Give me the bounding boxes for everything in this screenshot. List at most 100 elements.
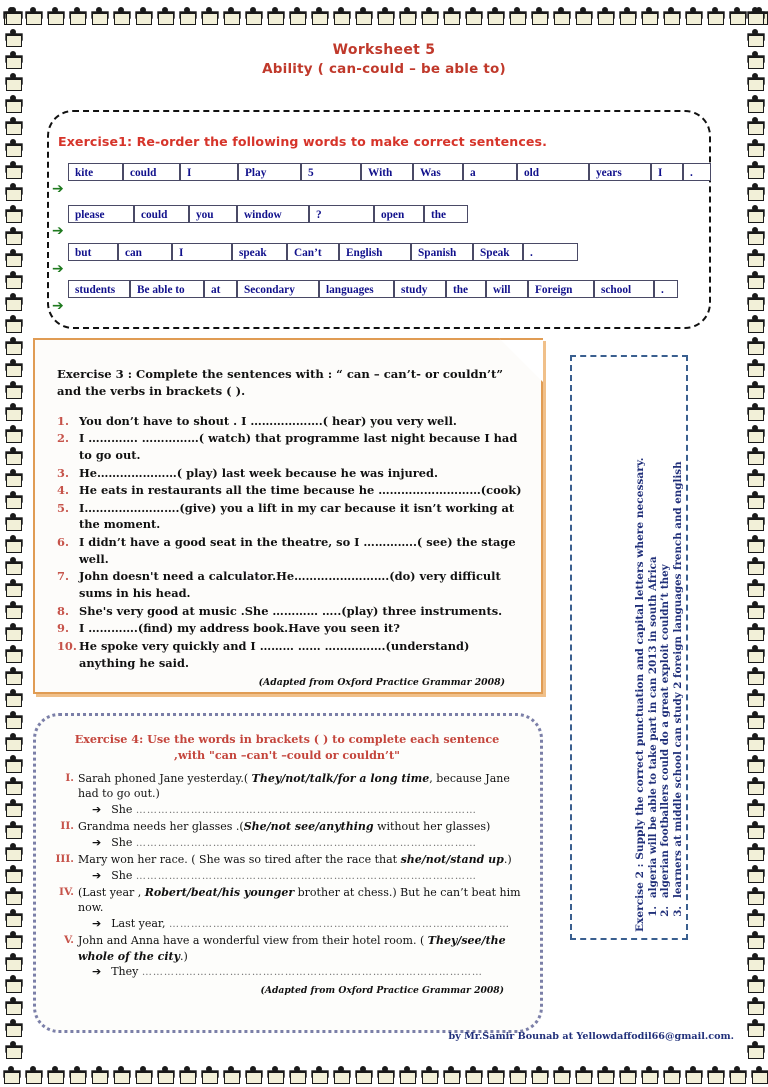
exercise4-item-prompt: John and Anna have a wonderful view from…: [78, 934, 506, 963]
scarecrow-figure-icon: [242, 4, 264, 26]
exercise1-word-cell[interactable]: can: [118, 243, 172, 261]
exercise1-word-cell[interactable]: could: [123, 163, 180, 181]
exercise3-question-item: He eats in restaurants all the time beca…: [57, 482, 522, 498]
exercise4-answer-line[interactable]: ➔ She …………………………………………………………………………………: [78, 802, 522, 818]
exercise1-word-cell[interactable]: you: [189, 205, 237, 223]
exercise1-word-cell[interactable]: old: [517, 163, 589, 181]
exercise1-word-cell[interactable]: Can’t: [287, 243, 339, 261]
exercise1-word-cell[interactable]: Was: [413, 163, 463, 181]
exercise3-question-item: John doesn't need a calculator.He……………………: [57, 568, 501, 600]
exercise1-word-cell[interactable]: I: [180, 163, 238, 181]
scarecrow-figure-icon: [638, 1063, 660, 1085]
exercise1-word-cell[interactable]: Secondary: [237, 280, 319, 298]
scarecrow-figure-icon: [744, 928, 766, 950]
exercise1-word-cell[interactable]: With: [361, 163, 413, 181]
exercise3-source-note: (Adapted from Oxford Practice Grammar 20…: [258, 677, 505, 689]
scarecrow-figure-icon: [744, 818, 766, 840]
exercise1-word-cell[interactable]: I: [651, 163, 683, 181]
exercise1-word-cell[interactable]: but: [68, 243, 118, 261]
exercise1-word-cell[interactable]: study: [394, 280, 446, 298]
exercise1-word-cell[interactable]: Spanish: [411, 243, 473, 261]
scarecrow-figure-icon: [308, 1063, 330, 1085]
scarecrow-figure-icon: [22, 4, 44, 26]
scarecrow-figure-icon: [744, 400, 766, 422]
exercise1-word-cell[interactable]: .: [683, 163, 711, 181]
exercise1-word-cell[interactable]: will: [486, 280, 528, 298]
exercise2-sentence-item: algeria will be able to take part in can…: [647, 556, 660, 898]
exercise2-sentence-item: learners at middle school can study 2 fo…: [671, 461, 684, 898]
exercise2-sentence-item: algerian footballers could do a great ex…: [659, 564, 672, 898]
exercise4-answer-line[interactable]: ➔ They …………………………………………………………………………………: [78, 964, 522, 980]
exercise4-answer-line[interactable]: ➔ She …………………………………………………………………………………: [78, 868, 522, 884]
exercise1-word-cell[interactable]: a: [463, 163, 517, 181]
scarecrow-figure-icon: [744, 488, 766, 510]
exercise3-question-item: She's very good at music .She ………… …..(p…: [57, 603, 503, 619]
exercise1-word-cell[interactable]: school: [594, 280, 654, 298]
scarecrow-figure-icon: [286, 1063, 308, 1085]
exercise4-heading: Exercise 4: Use the words in brackets ( …: [52, 732, 522, 764]
exercise1-word-cell[interactable]: Play: [238, 163, 301, 181]
exercise4-panel: Exercise 4: Use the words in brackets ( …: [33, 713, 543, 1033]
scarecrow-figure-icon: [744, 598, 766, 620]
exercise1-word-cell[interactable]: .: [523, 243, 578, 261]
exercise4-answer-line[interactable]: ➔ She …………………………………………………………………………………: [78, 835, 522, 851]
scarecrow-figure-icon: [744, 312, 766, 334]
exercise1-word-cell[interactable]: the: [446, 280, 486, 298]
scarecrow-figure-icon: [744, 576, 766, 598]
scarecrow-figure-icon: [744, 906, 766, 928]
exercise1-word-cell[interactable]: open: [374, 205, 424, 223]
exercise1-word-row: kite could I Play 5 With Was a old years I.: [68, 163, 711, 181]
scarecrow-figure-icon: [440, 1063, 462, 1085]
scarecrow-figure-icon: [744, 620, 766, 642]
scarecrow-figure-icon: [528, 4, 550, 26]
exercise1-word-cell[interactable]: the: [424, 205, 468, 223]
exercise4-answer-line[interactable]: ➔ Last year, ……………………………………………………………………………: [78, 916, 522, 932]
scarecrow-figure-icon: [2, 598, 24, 620]
scarecrow-figure-icon: [744, 70, 766, 92]
scarecrow-figure-icon: [66, 1063, 88, 1085]
exercise1-word-cell[interactable]: I: [172, 243, 232, 261]
scarecrow-figure-icon: [2, 158, 24, 180]
scarecrow-figure-icon: [330, 1063, 352, 1085]
scarecrow-figure-icon: [2, 48, 24, 70]
exercise1-word-cell[interactable]: languages: [319, 280, 394, 298]
scarecrow-figure-icon: [418, 1063, 440, 1085]
answer-arrow-icon: ➔: [92, 803, 102, 817]
exercise1-word-cell[interactable]: Foreign: [528, 280, 594, 298]
exercise1-word-cell[interactable]: English: [339, 243, 411, 261]
decorative-border-bottom: [0, 1063, 768, 1085]
scarecrow-figure-icon: [572, 4, 594, 26]
exercise1-word-cell[interactable]: at: [204, 280, 237, 298]
exercise1-word-cell[interactable]: window: [237, 205, 309, 223]
exercise1-word-cell[interactable]: students: [68, 280, 130, 298]
exercise1-word-cell[interactable]: years: [589, 163, 651, 181]
scarecrow-figure-icon: [2, 70, 24, 92]
scarecrow-figure-icon: [2, 510, 24, 532]
scarecrow-figure-icon: [2, 730, 24, 752]
scarecrow-figure-icon: [176, 4, 198, 26]
exercise1-word-cell[interactable]: could: [134, 205, 189, 223]
exercise1-word-cell[interactable]: ?: [309, 205, 374, 223]
exercise1-word-cell[interactable]: please: [68, 205, 134, 223]
exercise1-word-cell[interactable]: Be able to: [130, 280, 204, 298]
scarecrow-figure-icon: [352, 4, 374, 26]
scarecrow-figure-icon: [2, 840, 24, 862]
exercise4-cue-words: They/not/talk/for a long time: [251, 771, 430, 785]
exercise1-word-cell[interactable]: kite: [68, 163, 123, 181]
scarecrow-figure-icon: [744, 862, 766, 884]
exercise1-word-cell[interactable]: 5: [301, 163, 361, 181]
exercise1-word-cell[interactable]: Speak: [473, 243, 523, 261]
exercise1-word-row: but can Ispeak Can’t English Spanish Speak.: [68, 243, 578, 261]
scarecrow-figure-icon: [2, 1038, 24, 1060]
exercise1-word-cell[interactable]: speak: [232, 243, 287, 261]
scarecrow-figure-icon: [308, 4, 330, 26]
exercise1-word-cell[interactable]: .: [654, 280, 678, 298]
scarecrow-figure-icon: [396, 1063, 418, 1085]
scarecrow-figure-icon: [2, 488, 24, 510]
scarecrow-figure-icon: [132, 1063, 154, 1085]
exercise4-item-prompt: Sarah phoned Jane yesterday.( They/not/t…: [78, 771, 510, 801]
scarecrow-figure-icon: [2, 202, 24, 224]
scarecrow-figure-icon: [418, 4, 440, 26]
scarecrow-figure-icon: [264, 4, 286, 26]
scarecrow-figure-icon: [2, 422, 24, 444]
